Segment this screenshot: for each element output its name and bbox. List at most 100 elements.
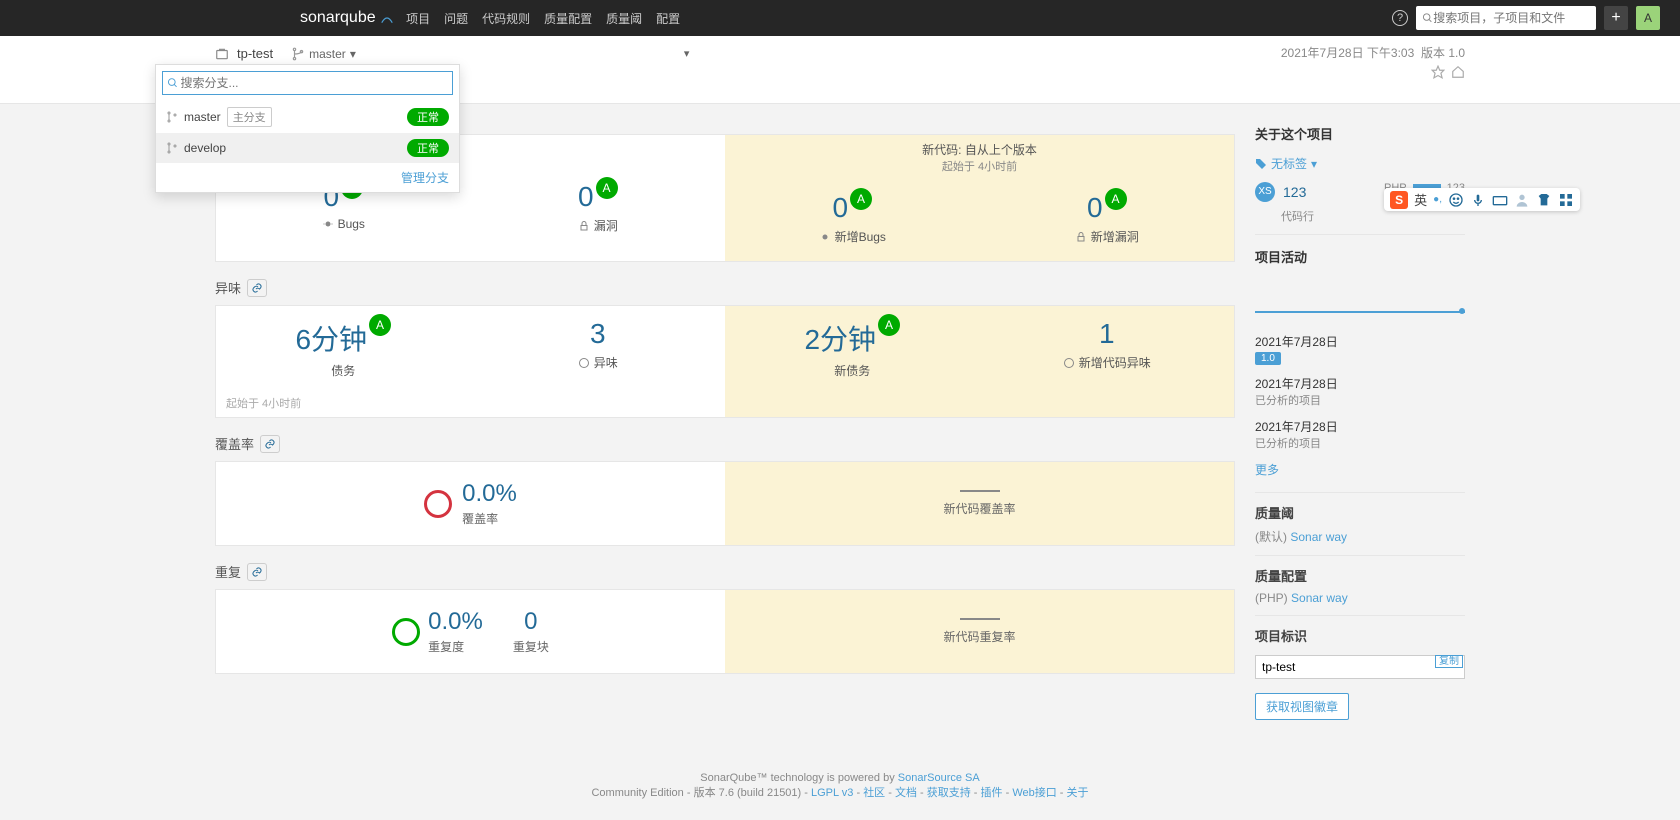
debt-value[interactable]: 6分钟 — [295, 318, 367, 358]
coverage-panel: 0.0% 覆盖率 新代码覆盖率 — [215, 461, 1235, 546]
copy-key-button[interactable]: 复制 — [1435, 655, 1463, 668]
smell-icon — [578, 357, 590, 369]
ime-toolbar[interactable]: S 英 ●, — [1384, 188, 1580, 211]
mic-icon[interactable] — [1470, 192, 1486, 208]
no-data-dash — [960, 490, 1000, 492]
user-avatar[interactable]: A — [1636, 6, 1660, 30]
new-bugs-value[interactable]: 0 — [832, 192, 848, 224]
duplication-link-icon[interactable] — [247, 563, 267, 581]
new-code-since: 起始于 4小时前 — [725, 158, 1234, 174]
tags-selector[interactable]: 无标签▾ — [1255, 155, 1465, 172]
coverage-link-icon[interactable] — [260, 435, 280, 453]
project-header: tp-test master ▾ ▾ master 主分支 正常 dev — [0, 36, 1680, 104]
new-vuln-label: 新增漏洞 — [980, 228, 1235, 245]
qp-lang-label: (PHP) — [1255, 591, 1288, 605]
new-vuln-value[interactable]: 0 — [1087, 192, 1103, 224]
version-value: 1.0 — [1448, 46, 1465, 60]
global-search-input[interactable] — [1433, 11, 1590, 25]
sonarsource-link[interactable]: SonarSource SA — [898, 772, 980, 784]
maintainability-panel: 6分钟A 债务 3 异味 起始于 4小时前 2分钟A 新债务 — [215, 305, 1235, 418]
dup-blocks-value[interactable]: 0 — [513, 608, 549, 636]
footer-docs[interactable]: 文档 — [895, 787, 917, 799]
ime-punct-icon[interactable]: ●, — [1433, 194, 1442, 205]
version-badge: 1.0 — [1255, 352, 1281, 365]
project-key-input[interactable] — [1255, 655, 1465, 679]
qg-default-label: (默认) — [1255, 530, 1287, 544]
new-bugs-rating: A — [850, 188, 872, 210]
activity-title: 项目活动 — [1255, 247, 1465, 266]
quality-profile-link[interactable]: Sonar way — [1291, 591, 1348, 605]
keyboard-icon[interactable] — [1492, 192, 1508, 208]
nav-quality-profiles[interactable]: 质量配置 — [544, 10, 592, 27]
toolbox-icon[interactable] — [1558, 192, 1574, 208]
debt-rating: A — [369, 314, 391, 336]
duplication-value[interactable]: 0.0% — [428, 608, 483, 636]
ime-lang[interactable]: 英 — [1414, 190, 1427, 209]
new-debt-value[interactable]: 2分钟 — [804, 318, 876, 358]
footer-about[interactable]: 关于 — [1067, 787, 1089, 799]
branch-item-master[interactable]: master 主分支 正常 — [156, 101, 459, 133]
home-icon[interactable] — [1451, 65, 1465, 79]
coverage-value[interactable]: 0.0% — [462, 480, 517, 508]
about-title: 关于这个项目 — [1255, 124, 1465, 143]
new-duplication-label: 新代码重复率 — [943, 628, 1015, 645]
smell-link-icon[interactable] — [247, 279, 267, 297]
footer-community[interactable]: 社区 — [863, 787, 885, 799]
project-name[interactable]: tp-test — [237, 46, 273, 61]
new-smells-label: 新增代码异味 — [980, 354, 1235, 371]
nav-rules[interactable]: 代码规则 — [482, 10, 530, 27]
skin-icon[interactable] — [1536, 192, 1552, 208]
user-icon[interactable] — [1514, 192, 1530, 208]
new-code-title: 新代码: 自从上个版本 — [725, 141, 1234, 158]
nav-quality-gates[interactable]: 质量阈 — [606, 10, 642, 27]
nav-links: 项目 问题 代码规则 质量配置 质量阈 配置 — [406, 10, 680, 27]
footer-api[interactable]: Web接口 — [1012, 787, 1056, 799]
star-icon[interactable] — [1431, 65, 1445, 79]
smells-value[interactable]: 3 — [590, 318, 606, 350]
activity-item: 2021年7月28日 已分析的项目 — [1255, 418, 1465, 451]
branch-item-develop[interactable]: develop 正常 — [156, 133, 459, 163]
loc-value[interactable]: 123 — [1283, 184, 1306, 200]
nav-issues[interactable]: 问题 — [444, 10, 468, 27]
version-label: 版本 — [1421, 46, 1445, 60]
create-button[interactable]: + — [1604, 6, 1628, 30]
footer-version: 版本 7.6 (build 21501) — [694, 787, 802, 799]
duplication-label: 重复度 — [428, 638, 483, 655]
branch-selector[interactable]: master ▾ — [291, 47, 356, 61]
smells-label: 异味 — [471, 354, 726, 371]
analysis-date: 2021年7月28日 下午3:03 — [1281, 46, 1414, 60]
new-vuln-rating: A — [1105, 188, 1127, 210]
footer-support[interactable]: 获取支持 — [927, 787, 971, 799]
tag-icon — [1255, 158, 1267, 170]
bug-icon — [819, 231, 831, 243]
bugs-label: Bugs — [216, 217, 471, 231]
nav-admin[interactable]: 配置 — [656, 10, 680, 27]
vuln-value[interactable]: 0 — [578, 181, 594, 213]
page-footer: SonarQube™ technology is powered by Sona… — [0, 760, 1680, 820]
nav-projects[interactable]: 项目 — [406, 10, 430, 27]
activity-more-link[interactable]: 更多 — [1255, 463, 1279, 477]
manage-branches-link[interactable]: 管理分支 — [401, 171, 449, 185]
global-search[interactable] — [1416, 6, 1596, 30]
vuln-label: 漏洞 — [471, 217, 726, 234]
debt-label: 债务 — [216, 362, 471, 379]
coverage-label: 覆盖率 — [462, 510, 517, 527]
logo[interactable]: sonarqube — [300, 9, 394, 27]
footer-lgpl[interactable]: LGPL v3 — [811, 787, 853, 799]
new-smells-value[interactable]: 1 — [1099, 318, 1115, 350]
new-debt-label: 新债务 — [725, 362, 980, 379]
duplication-donut — [392, 618, 420, 646]
coverage-donut — [424, 490, 452, 518]
bug-icon — [322, 218, 334, 230]
quality-gate-link[interactable]: Sonar way — [1290, 530, 1347, 544]
overview-dropdown[interactable]: ▾ — [684, 47, 690, 60]
help-icon[interactable]: ? — [1392, 10, 1408, 26]
chevron-down-icon: ▾ — [1311, 157, 1317, 171]
size-badge: XS — [1255, 182, 1275, 202]
emoji-icon[interactable] — [1448, 192, 1464, 208]
branch-search-input[interactable] — [179, 74, 449, 92]
footer-plugins[interactable]: 插件 — [981, 787, 1003, 799]
project-icon — [215, 47, 229, 61]
sogou-logo-icon[interactable]: S — [1390, 191, 1408, 209]
get-badge-button[interactable]: 获取视图徽章 — [1255, 693, 1349, 720]
